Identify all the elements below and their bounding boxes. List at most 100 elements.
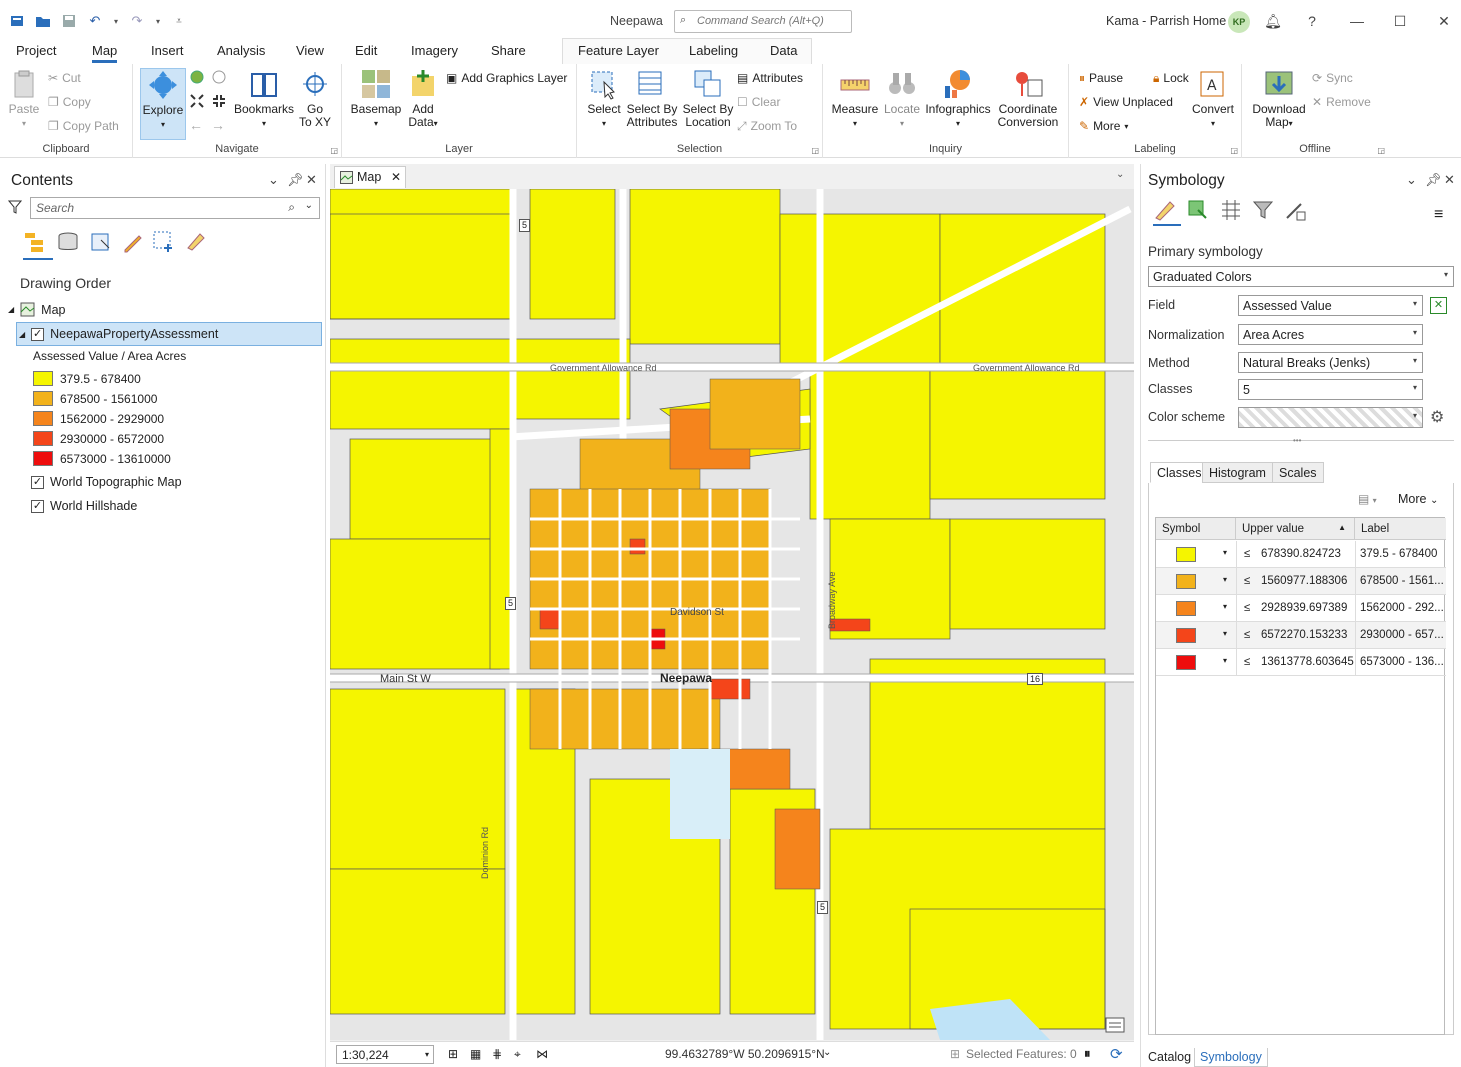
- upper-value-cell[interactable]: 2928939.697389: [1261, 602, 1347, 614]
- hamburger-menu-icon[interactable]: ≡: [1434, 206, 1443, 224]
- grid-icon[interactable]: ▦: [470, 1047, 481, 1061]
- remove-offline-button[interactable]: ✕ Remove: [1312, 93, 1371, 111]
- column-header-upper-value[interactable]: Upper value ▲: [1236, 518, 1355, 540]
- expression-icon[interactable]: ✕: [1430, 297, 1447, 314]
- legend-item[interactable]: 678500 - 1561000: [33, 391, 157, 406]
- minimize-button[interactable]: —: [1346, 10, 1368, 32]
- table-row[interactable]: ▾ ≤ 2928939.697389 1562000 - 292...: [1156, 595, 1446, 622]
- list-by-editing-icon[interactable]: [121, 230, 145, 254]
- customize-qat-icon[interactable]: ⩡: [170, 12, 188, 30]
- tab-classes[interactable]: Classes: [1150, 462, 1209, 483]
- upper-value-cell[interactable]: 13613778.603645: [1261, 656, 1354, 668]
- select-by-attributes-button[interactable]: Select By Attributes: [625, 68, 679, 129]
- legend-item[interactable]: 379.5 - 678400: [33, 371, 141, 386]
- symbology-filter-icon[interactable]: [1251, 198, 1275, 222]
- map-overlay-toggle-icon[interactable]: [1105, 1017, 1125, 1033]
- list-by-snapping-icon[interactable]: [152, 230, 176, 254]
- tab-insert[interactable]: Insert: [151, 43, 184, 58]
- hillshade-basemap-layer[interactable]: ✓ World Hillshade: [31, 499, 137, 513]
- copy-path-button[interactable]: ❐ Copy Path: [48, 117, 119, 135]
- legend-item[interactable]: 1562000 - 2929000: [33, 411, 164, 426]
- zoom-to-selection-button[interactable]: ⤢ Zoom To: [737, 117, 797, 135]
- renderer-dropdown[interactable]: Graduated Colors ▾: [1148, 266, 1454, 287]
- close-pane-icon[interactable]: ✕: [1444, 172, 1455, 188]
- map-view-tab[interactable]: Map ✕: [334, 166, 406, 188]
- go-to-xy-button[interactable]: Go To XY: [299, 68, 331, 129]
- infographics-button[interactable]: Infographics ▾: [923, 68, 993, 130]
- contents-search-input[interactable]: Search ⌕ ⌄: [30, 197, 320, 219]
- notifications-icon[interactable]: 🔔︎: [1262, 10, 1284, 32]
- table-row[interactable]: ▾ ≤ 6572270.153233 2930000 - 657...: [1156, 622, 1446, 649]
- normalization-dropdown[interactable]: Area Acres ▾: [1238, 324, 1423, 345]
- layer-visibility-checkbox[interactable]: ✓: [31, 327, 45, 341]
- upper-value-cell[interactable]: 678390.824723: [1261, 548, 1341, 560]
- open-project-icon[interactable]: [34, 12, 52, 30]
- legend-item[interactable]: 6573000 - 13610000: [33, 451, 171, 466]
- fixed-zoom-out-icon[interactable]: [211, 93, 227, 109]
- color-scheme-dropdown[interactable]: ▾: [1238, 407, 1423, 428]
- correction-icon[interactable]: ⋈: [536, 1047, 548, 1061]
- list-by-selection-icon[interactable]: [89, 230, 113, 254]
- symbol-dropdown-icon[interactable]: ▾: [1223, 548, 1227, 557]
- close-pane-icon[interactable]: ✕: [306, 172, 317, 188]
- command-search-input[interactable]: ⌕ Command Search (Alt+Q): [674, 10, 852, 33]
- primary-symbology-tab-icon[interactable]: [1153, 198, 1181, 226]
- avatar[interactable]: KP: [1228, 11, 1250, 33]
- class-symbol-swatch[interactable]: [1176, 655, 1196, 670]
- full-extent-icon[interactable]: [189, 69, 205, 85]
- select-button[interactable]: Select ▾: [585, 68, 623, 130]
- upper-value-cell[interactable]: 6572270.153233: [1261, 629, 1347, 641]
- undo-icon[interactable]: ↶: [86, 12, 104, 30]
- tab-edit[interactable]: Edit: [355, 43, 377, 58]
- pause-labeling-button[interactable]: ⏸︎ Pause: [1079, 69, 1123, 87]
- undo-dropdown-icon[interactable]: ▾: [112, 12, 120, 30]
- refresh-icon[interactable]: ⟳: [1110, 1045, 1123, 1063]
- copy-button[interactable]: ❐ Copy: [48, 93, 91, 111]
- tab-project[interactable]: Project: [16, 43, 56, 58]
- property-assessment-layer[interactable]: ◢ ✓ NeepawaPropertyAssessment: [19, 327, 218, 341]
- help-icon[interactable]: ?: [1301, 10, 1323, 32]
- map-canvas[interactable]: Government Allowance Rd Government Allow…: [330, 189, 1134, 1040]
- symbol-dropdown-icon[interactable]: ▾: [1223, 629, 1227, 638]
- new-project-icon[interactable]: [8, 12, 26, 30]
- filter-icon[interactable]: [8, 200, 22, 214]
- vary-symbology-icon[interactable]: [1186, 198, 1210, 222]
- bookmarks-button[interactable]: Bookmarks ▾: [233, 68, 295, 130]
- legend-item[interactable]: 2930000 - 6572000: [33, 431, 164, 446]
- cut-button[interactable]: ✂ Cut: [48, 69, 81, 87]
- tab-view[interactable]: View: [296, 43, 324, 58]
- upper-value-cell[interactable]: 1560977.188306: [1261, 575, 1347, 587]
- tab-symbology[interactable]: Symbology: [1194, 1048, 1268, 1067]
- splitter-grip-icon[interactable]: •••: [1293, 436, 1301, 445]
- constraints-icon[interactable]: ⌖: [514, 1047, 521, 1062]
- table-row[interactable]: ▾ ≤ 1560977.188306 678500 - 1561...: [1156, 568, 1446, 595]
- add-data-button[interactable]: Add Data▾: [404, 68, 442, 130]
- tab-data[interactable]: Data: [770, 43, 797, 58]
- tab-histogram[interactable]: Histogram: [1202, 462, 1273, 483]
- paste-button[interactable]: Paste ▾: [6, 68, 42, 130]
- view-unplaced-button[interactable]: ✗ View Unplaced: [1079, 93, 1173, 111]
- close-window-button[interactable]: ✕: [1433, 10, 1455, 32]
- symbol-dropdown-icon[interactable]: ▾: [1223, 656, 1227, 665]
- offline-launcher-icon[interactable]: ◲: [1377, 146, 1385, 155]
- measure-button[interactable]: Measure ▾: [831, 68, 879, 130]
- collapse-map-icon[interactable]: ◢: [8, 305, 14, 314]
- scale-selector[interactable]: 1:30,224 ▾: [336, 1045, 434, 1064]
- save-project-icon[interactable]: [60, 12, 78, 30]
- column-header-symbol[interactable]: Symbol: [1156, 518, 1236, 540]
- coordinate-conversion-button[interactable]: Coordinate Conversion: [995, 68, 1061, 129]
- user-name[interactable]: Kama - Parrish Home: [1106, 14, 1226, 28]
- tab-scales[interactable]: Scales: [1272, 462, 1324, 483]
- explore-button[interactable]: Explore ▾: [140, 68, 186, 140]
- tab-feature-layer[interactable]: Feature Layer: [578, 43, 659, 58]
- class-symbol-swatch[interactable]: [1176, 628, 1196, 643]
- column-options-icon[interactable]: ▤ ▾: [1358, 492, 1377, 506]
- list-by-data-source-icon[interactable]: [56, 230, 80, 254]
- select-by-location-button[interactable]: Select By Location: [681, 68, 735, 129]
- attributes-button[interactable]: ▤ Attributes: [737, 69, 803, 87]
- symbol-dropdown-icon[interactable]: ▾: [1223, 575, 1227, 584]
- label-cell[interactable]: 379.5 - 678400: [1360, 548, 1444, 560]
- list-by-drawing-order-icon[interactable]: [23, 230, 53, 260]
- tab-imagery[interactable]: Imagery: [411, 43, 458, 58]
- redo-icon[interactable]: ↷: [128, 12, 146, 30]
